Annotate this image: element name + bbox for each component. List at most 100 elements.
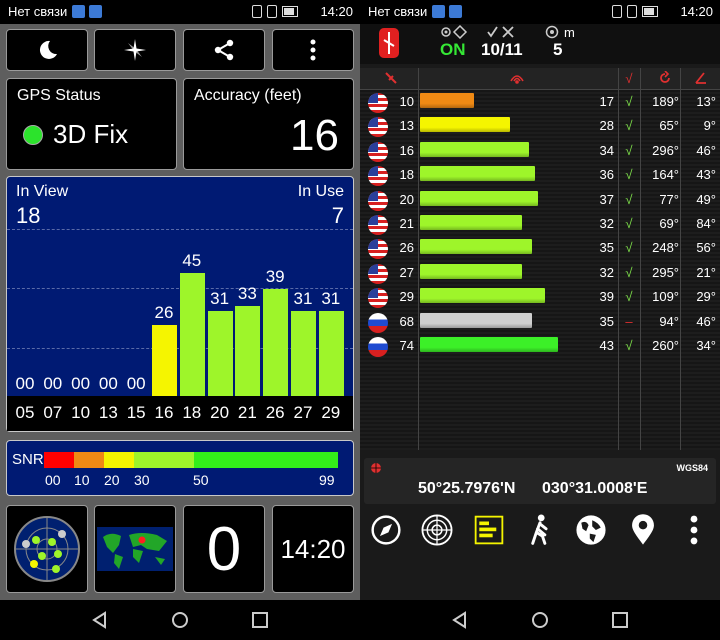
vibrate-icon bbox=[252, 5, 262, 18]
back-icon[interactable] bbox=[89, 610, 111, 630]
accuracy-count: 5 bbox=[553, 40, 563, 59]
table-row[interactable]: 13 28 √ 65° 9° bbox=[360, 114, 720, 138]
app-notification-icon bbox=[89, 5, 102, 18]
used-check-icon: √ bbox=[625, 118, 633, 134]
usa-flag-icon bbox=[368, 239, 388, 260]
status-header: ON 10/11 m 5 bbox=[360, 24, 720, 64]
elevation-column-icon[interactable] bbox=[694, 71, 708, 85]
in-use-label: In Use bbox=[297, 183, 344, 200]
azimuth-cell: 189° bbox=[652, 94, 679, 109]
share-button[interactable] bbox=[183, 29, 265, 71]
sats-used-value: 10/11 bbox=[481, 40, 523, 59]
recents-icon[interactable] bbox=[609, 610, 631, 630]
in-view-label: In View bbox=[16, 183, 69, 200]
table-row[interactable]: 21 32 √ 69° 84° bbox=[360, 212, 720, 236]
radar-icon[interactable] bbox=[420, 513, 454, 547]
elevation-cell: 21° bbox=[696, 264, 716, 280]
usa-flag-icon bbox=[368, 215, 388, 235]
snr-tick: 00 bbox=[45, 472, 61, 488]
night-mode-button[interactable] bbox=[6, 29, 88, 71]
battery-icon bbox=[282, 6, 298, 17]
table-row[interactable]: 26 35 √ 248° 56° bbox=[360, 236, 720, 260]
table-row[interactable]: 74 43 √ 260° 34° bbox=[360, 334, 720, 358]
snr-value-label: 39 bbox=[265, 267, 285, 287]
elevation-cell: 9° bbox=[703, 118, 716, 134]
latitude-value: 50°25.7976'N bbox=[418, 480, 516, 497]
azimuth-cell: 65° bbox=[659, 118, 679, 134]
more-vertical-icon[interactable] bbox=[677, 513, 711, 547]
signal-column-icon[interactable] bbox=[508, 71, 526, 85]
usa-flag-icon bbox=[368, 141, 388, 162]
accuracy-target-icon bbox=[545, 25, 559, 39]
overflow-menu-button[interactable] bbox=[272, 29, 354, 71]
prn-label: 27 bbox=[293, 403, 313, 422]
azimuth-column-icon[interactable] bbox=[658, 71, 672, 85]
prn-cell: 13 bbox=[399, 118, 414, 134]
home-icon[interactable] bbox=[169, 610, 191, 630]
prn-cell: 21 bbox=[399, 216, 414, 231]
back-icon[interactable] bbox=[449, 610, 471, 630]
world-globe-icon[interactable] bbox=[574, 513, 608, 547]
app-logo-icon[interactable] bbox=[376, 26, 402, 60]
satellite-table[interactable]: √ 10 17 √ 189° 13° 13 28 √ 65° 9° 16 34 √ 296° 46° 18 36… bbox=[360, 68, 720, 450]
globe-icon bbox=[371, 463, 381, 473]
signal-bars-icon[interactable] bbox=[472, 513, 506, 547]
accuracy-panel[interactable]: Accuracy (feet) 16 bbox=[183, 78, 354, 170]
elevation-cell: 29° bbox=[696, 289, 716, 305]
elevation-cell: 34° bbox=[696, 338, 716, 353]
table-row[interactable]: 10 17 √ 189° 13° bbox=[360, 90, 720, 114]
elevation-cell: 43° bbox=[696, 167, 716, 183]
prn-cell: 68 bbox=[399, 313, 414, 329]
world-map-icon bbox=[97, 527, 173, 571]
snr-color-scale bbox=[44, 452, 338, 468]
right-screen: Нет связи 14:20 ON 10/11 m 5 √ 10 17 √ 1… bbox=[360, 0, 720, 640]
clock-tile[interactable]: 14:20 bbox=[272, 505, 354, 593]
snr-value-label: 00 bbox=[71, 374, 91, 393]
carrier-label: Нет связи bbox=[368, 4, 428, 19]
table-row[interactable]: 20 37 √ 77° 49° bbox=[360, 188, 720, 212]
snr-value-label: 31 bbox=[293, 289, 313, 309]
notification-icon bbox=[432, 5, 445, 18]
azimuth-cell: 94° bbox=[659, 313, 679, 329]
counter-tile[interactable]: 0 bbox=[183, 505, 265, 593]
snr-bar bbox=[420, 93, 475, 108]
prn-cell: 18 bbox=[399, 167, 414, 183]
walking-person-icon[interactable] bbox=[523, 513, 557, 547]
clock-value: 14:20 bbox=[280, 533, 346, 564]
prn-cell: 20 bbox=[399, 191, 414, 207]
table-row[interactable]: 68 35– 94° 46° bbox=[360, 310, 720, 334]
table-row[interactable]: 18 36 √ 164° 43° bbox=[360, 163, 720, 187]
left-screen: Нет связи 14:20 GPS Status 3D Fix Accura… bbox=[0, 0, 360, 640]
recents-icon[interactable] bbox=[249, 610, 271, 630]
prn-label: 21 bbox=[237, 403, 257, 422]
moon-icon bbox=[39, 40, 57, 59]
snr-bar bbox=[179, 272, 205, 396]
compass-button[interactable] bbox=[94, 29, 176, 71]
table-row[interactable]: 29 39 √ 109° 29° bbox=[360, 285, 720, 309]
compass-icon[interactable] bbox=[369, 513, 403, 547]
table-row[interactable]: 16 34 √ 296° 46° bbox=[360, 139, 720, 163]
satellite-column-icon[interactable] bbox=[384, 71, 398, 85]
snr-bar bbox=[152, 324, 177, 396]
coordinates-panel[interactable]: WGS84 50°25.7976'N 030°31.0008'E bbox=[364, 458, 716, 504]
elevation-cell: 84° bbox=[696, 216, 716, 231]
prn-label: 29 bbox=[321, 403, 341, 422]
snr-tick: 30 bbox=[134, 472, 150, 488]
home-icon[interactable] bbox=[529, 610, 551, 630]
world-map-button[interactable] bbox=[94, 505, 176, 593]
gps-antenna-icon bbox=[441, 25, 468, 39]
satellite-snr-chart[interactable]: In View 18 In Use 7 00 00 00 00 00 26 45 31 33 39… bbox=[6, 176, 354, 432]
used-column-header[interactable]: √ bbox=[622, 71, 636, 86]
table-row[interactable]: 27 32 √ 295° 21° bbox=[360, 261, 720, 285]
sky-view-button[interactable] bbox=[6, 505, 88, 593]
battery-icon bbox=[642, 6, 658, 17]
prn-label: 10 bbox=[71, 403, 91, 422]
snr-cell: 35 bbox=[599, 313, 614, 329]
gps-status-panel[interactable]: GPS Status 3D Fix bbox=[6, 78, 177, 170]
snr-cell: 34 bbox=[599, 142, 614, 158]
snr-bar bbox=[318, 311, 344, 396]
location-pin-icon[interactable] bbox=[626, 513, 660, 547]
snr-cell: 32 bbox=[599, 264, 614, 280]
snr-bar bbox=[420, 263, 523, 279]
azimuth-cell: 248° bbox=[652, 240, 679, 256]
